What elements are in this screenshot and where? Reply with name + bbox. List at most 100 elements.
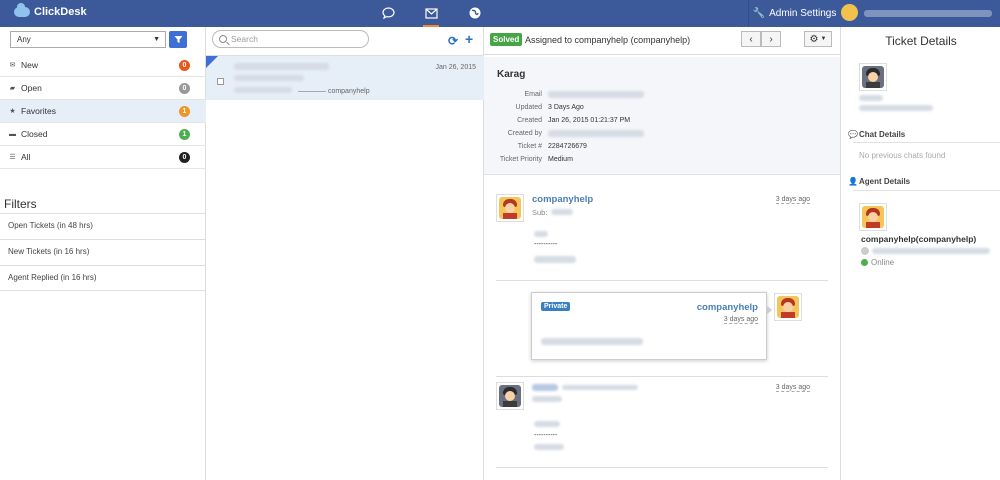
globe-nav-icon[interactable] [467, 5, 483, 21]
customer-name-redacted [859, 95, 883, 101]
customer-avatar [496, 382, 524, 410]
private-tag: Private [541, 302, 571, 311]
chat-details-heading: 💬 Chat Details [848, 130, 906, 139]
sidebar-item-all[interactable]: ☰ All 0 [0, 146, 206, 169]
created-by-redacted [548, 130, 644, 137]
next-ticket-button[interactable]: › [761, 31, 781, 47]
search-placeholder: Search [231, 34, 258, 44]
ticket-date: Jan 26, 2015 [435, 64, 476, 71]
mail-nav-icon[interactable] [423, 5, 439, 27]
filter-open-tickets[interactable]: Open Tickets (in 48 hrs) [0, 213, 206, 239]
message-divider-text: ---------- [534, 241, 558, 248]
chat-nav-icon[interactable] [380, 5, 396, 21]
sidebar-item-label: All [21, 152, 31, 162]
updated-value: 3 Days Ago [548, 104, 584, 111]
gear-icon: ⚙ [809, 33, 819, 45]
sidebar-item-closed[interactable]: ▬ Closed 1 [0, 123, 206, 146]
ticket-number-value: 2284726679 [548, 143, 587, 150]
ticket-agent: ———— companyhelp [298, 88, 370, 95]
customer-name: Karag [497, 69, 526, 80]
ticket-details-panel: Ticket Details 💬 Chat Details No previou… [840, 27, 1000, 480]
agent-avatar [859, 203, 887, 231]
message-subject-redacted [551, 209, 573, 215]
filter-select-value: Any [17, 35, 31, 44]
updated-label: Updated [515, 104, 542, 111]
note-time: 3 days ago [723, 316, 758, 324]
message-author[interactable]: companyhelp [532, 194, 593, 205]
message-subject-redacted [532, 396, 562, 402]
created-by-label: Created by [507, 130, 542, 137]
message-divider-text: ---------- [534, 432, 558, 439]
ticket-list-item[interactable]: Jan 26, 2015 ———— companyhelp [206, 55, 484, 100]
message-separator [496, 376, 828, 377]
message-signature-redacted [534, 256, 576, 263]
assigned-to-text: Assigned to companyhelp (companyhelp) [525, 35, 691, 45]
filter-select[interactable]: Any ▼ [10, 31, 166, 48]
priority-label: Ticket Priority [499, 156, 542, 163]
details-title: Ticket Details [885, 34, 957, 48]
customer-email-redacted [562, 385, 638, 390]
ticket-actions-button[interactable]: ⚙ ▼ [804, 31, 832, 47]
cloud-logo-icon [14, 3, 30, 17]
prev-ticket-button[interactable]: ‹ [741, 31, 761, 47]
ticket-info: Karag Email Updated 3 Days Ago Created J… [484, 57, 840, 175]
app-name: ClickDesk [34, 6, 87, 18]
agent-details-heading: 👤 Agent Details [848, 177, 911, 186]
filter-agent-replied[interactable]: Agent Replied (in 16 hrs) [0, 265, 206, 291]
agent-avatar [774, 293, 802, 321]
message-time: 3 days ago [775, 196, 810, 204]
app-logo[interactable]: ClickDesk [14, 3, 87, 18]
email-value-redacted [548, 91, 644, 98]
refresh-icon[interactable]: ⟳ [448, 34, 458, 48]
star-icon: ★ [9, 108, 16, 115]
customer-name-redacted [532, 384, 558, 391]
chevron-right-icon: › [769, 33, 773, 45]
envelope-icon: ✉ [9, 62, 16, 69]
filter-button[interactable] [169, 31, 187, 48]
admin-settings-link[interactable]: 🔧 Admin Settings [748, 0, 840, 27]
chat-details-label: Chat Details [859, 130, 906, 139]
agent-details-label: Agent Details [859, 177, 911, 186]
ticket-checkbox[interactable] [217, 78, 224, 85]
unread-corner-marker [206, 56, 218, 68]
sidebar-item-label: Open [21, 83, 42, 93]
sidebar-item-label: Favorites [21, 106, 56, 116]
private-note: Private companyhelp 3 days ago [531, 292, 772, 360]
sidebar-item-open[interactable]: ▰ Open 0 [0, 77, 206, 100]
customer-avatar [859, 63, 887, 91]
count-badge: 0 [179, 83, 190, 94]
agent-name: companyhelp(companyhelp) [861, 234, 977, 244]
message-separator [496, 467, 828, 468]
agent-email-redacted [872, 248, 990, 254]
sidebar-item-new[interactable]: ✉ New 0 [0, 54, 206, 77]
ticket-preview-redacted [234, 87, 292, 93]
funnel-icon [174, 36, 182, 43]
agent-email-dot [861, 247, 869, 255]
folder-sidebar: Any ▼ ✉ New 0 ▰ Open 0 ★ Favorites 1 ▬ C… [0, 27, 206, 480]
list-icon: ☰ [9, 154, 16, 161]
note-author[interactable]: companyhelp [697, 302, 758, 313]
divider [853, 190, 1000, 191]
filters-heading: Filters [4, 197, 37, 211]
ticket-sender-redacted [234, 63, 329, 70]
chevron-left-icon: ‹ [749, 33, 753, 45]
ticket-subject-redacted [234, 75, 304, 81]
message-separator [496, 280, 828, 281]
email-label: Email [524, 91, 542, 98]
sidebar-item-label: Closed [21, 129, 48, 139]
ticket-detail-panel: Solved Assigned to companyhelp (companyh… [484, 27, 840, 480]
sidebar-item-label: New [21, 60, 39, 70]
message-body-redacted [534, 421, 560, 427]
search-input[interactable]: Search [212, 30, 369, 48]
count-badge: 1 [179, 106, 190, 117]
priority-value: Medium [548, 156, 573, 163]
chevron-down-icon: ▼ [153, 36, 160, 43]
online-status-dot [861, 259, 868, 266]
filter-new-tickets[interactable]: New Tickets (in 16 hrs) [0, 239, 206, 265]
add-ticket-icon[interactable]: + [465, 31, 473, 47]
agent-avatar [496, 194, 524, 222]
ticket-list-panel: Search ⟳ + Jan 26, 2015 ———— companyhelp [206, 27, 484, 480]
user-avatar[interactable] [841, 4, 858, 21]
created-value: Jan 26, 2015 01:21:37 PM [548, 117, 631, 124]
sidebar-item-favorites[interactable]: ★ Favorites 1 [0, 100, 206, 123]
